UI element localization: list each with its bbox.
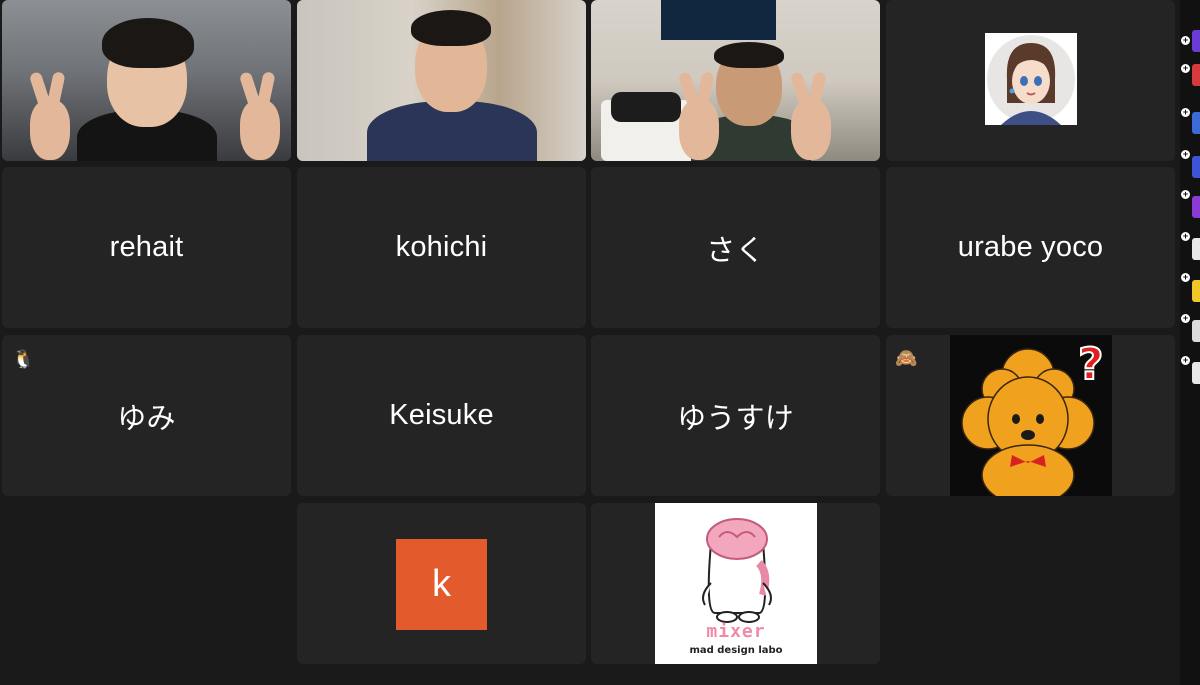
avatar-tile-anime-girl[interactable]: [886, 0, 1175, 161]
peace-sign-right: [240, 100, 280, 160]
video-tile-1[interactable]: [2, 0, 291, 161]
panel-item[interactable]: [1192, 238, 1200, 260]
avatar-tile-mixer[interactable]: mixer mad design labo: [591, 503, 880, 664]
participant-name: Keisuke: [389, 399, 494, 431]
panel-item[interactable]: [1192, 362, 1200, 384]
poodle-question-avatar: ?: [950, 335, 1112, 496]
participant-figure: [367, 6, 537, 161]
add-icon[interactable]: +: [1181, 356, 1190, 365]
avatar-tile-dog[interactable]: 🙈 ?: [886, 335, 1175, 496]
avatar-letter: k: [432, 563, 451, 605]
participant-name: urabe yoco: [957, 231, 1104, 263]
name-tile-yusuke[interactable]: ゆうすけ: [591, 335, 880, 496]
name-tile-rehait[interactable]: rehait: [2, 167, 291, 328]
video-tile-3[interactable]: [591, 0, 880, 161]
mixer-subtitle: mad design labo: [689, 645, 783, 656]
name-tile-saku[interactable]: さく: [591, 167, 880, 328]
add-icon[interactable]: +: [1181, 232, 1190, 241]
panel-item[interactable]: [1192, 30, 1200, 52]
participant-figure: [62, 10, 232, 161]
penguin-icon: 🐧: [12, 349, 35, 369]
panel-item[interactable]: [1192, 112, 1200, 134]
name-tile-urabe-yoco[interactable]: urabe yoco: [886, 167, 1175, 328]
panel-item[interactable]: [1192, 280, 1200, 302]
mixer-logo-avatar: mixer mad design labo: [655, 503, 817, 664]
panel-item[interactable]: [1192, 196, 1200, 218]
bag: [611, 92, 681, 122]
svg-text:?: ?: [1078, 339, 1104, 390]
peace-sign-right: [791, 100, 831, 160]
gallery-grid: rehait kohichi さく urabe yoco 🐧 ゆみ Keisuk…: [0, 0, 1180, 685]
add-icon[interactable]: +: [1181, 36, 1190, 45]
name-tile-kohichi[interactable]: kohichi: [297, 167, 586, 328]
add-icon[interactable]: +: [1181, 273, 1190, 282]
add-icon[interactable]: +: [1181, 150, 1190, 159]
panel-item[interactable]: [1192, 156, 1200, 178]
video-tile-2-active-speaker[interactable]: [297, 0, 586, 161]
add-icon[interactable]: +: [1181, 64, 1190, 73]
avatar-tile-k[interactable]: k: [297, 503, 586, 664]
panel-item[interactable]: [1192, 320, 1200, 342]
name-tile-yumi[interactable]: 🐧 ゆみ: [2, 335, 291, 496]
add-icon[interactable]: +: [1181, 190, 1190, 199]
participant-name: kohichi: [395, 231, 488, 263]
participant-name: ゆうすけ: [677, 402, 794, 435]
add-icon[interactable]: +: [1181, 108, 1190, 117]
participant-name: さく: [706, 234, 765, 267]
participant-name: rehait: [109, 231, 184, 263]
see-no-evil-monkey-icon: 🙈: [895, 348, 918, 368]
right-side-panel: + + + + + + + + +: [1180, 0, 1200, 685]
wall-tv: [661, 0, 776, 40]
panel-item[interactable]: [1192, 64, 1200, 86]
add-icon[interactable]: +: [1181, 314, 1190, 323]
k-letter-avatar: k: [396, 539, 487, 630]
peace-sign-left: [30, 100, 70, 160]
mixer-title: mixer: [706, 621, 766, 642]
anime-girl-avatar: [985, 33, 1077, 125]
name-tile-keisuke[interactable]: Keisuke: [297, 335, 586, 496]
participant-name: ゆみ: [117, 402, 176, 435]
peace-sign-left: [679, 100, 719, 160]
